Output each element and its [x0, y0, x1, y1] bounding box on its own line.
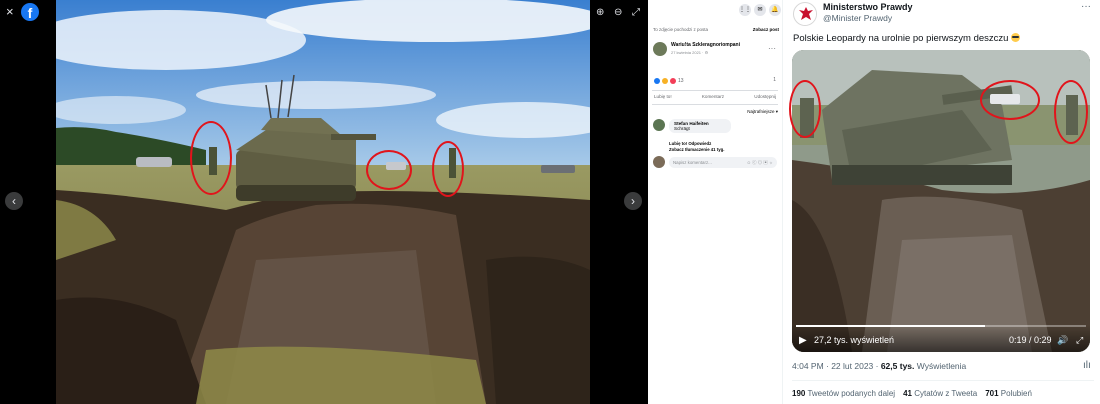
- facebook-logo-icon[interactable]: f: [21, 3, 39, 21]
- comment-button[interactable]: Komentarz: [702, 94, 724, 99]
- comment-text: Schrägt: [674, 126, 690, 131]
- comment-placeholder: Napisz komentarz...: [673, 159, 712, 165]
- tweet-stats: 190 Tweetów podanych dalej 41 Cytatów z …: [792, 389, 1032, 398]
- comment-item: Stefan Haifeiten Schrägt: [653, 119, 731, 133]
- tweet-author-name[interactable]: Ministerstwo Prawdy: [823, 2, 913, 12]
- tweet-author-avatar[interactable]: [793, 2, 817, 26]
- my-avatar: [653, 156, 665, 168]
- comments-count[interactable]: 1: [773, 77, 776, 83]
- analytics-icon[interactable]: ılı: [1083, 360, 1091, 371]
- retweets-stat[interactable]: 190 Tweetów podanych dalej: [792, 389, 895, 398]
- tweet-video-frame: [792, 50, 1090, 352]
- quotes-stat[interactable]: 41 Cytatów z Tweeta: [903, 389, 977, 398]
- tank-photo-image: [56, 0, 590, 404]
- tweet-text: Polskie Leopardy na urolnie po pierwszym…: [793, 33, 1021, 44]
- tank-photo: [56, 0, 590, 404]
- red-circle-vehicle: [980, 80, 1040, 120]
- video-progress-bar[interactable]: [796, 325, 1086, 327]
- haha-reaction-icon: [662, 78, 668, 84]
- messenger-icon[interactable]: ✉: [754, 4, 766, 16]
- red-circle-soldier-right: [1054, 80, 1088, 144]
- previous-photo-button[interactable]: ‹: [5, 192, 23, 210]
- commenter-avatar[interactable]: [653, 119, 665, 131]
- love-reaction-icon: [670, 78, 676, 84]
- share-button[interactable]: Udostępnij: [754, 94, 776, 99]
- write-comment: Napisz komentarz... ☺ ⓒ ◎ ▣ ☼: [653, 156, 777, 168]
- comment-bubble: Stefan Haifeiten Schrägt: [669, 119, 731, 133]
- tweet-video[interactable]: [792, 50, 1090, 352]
- fullscreen-icon[interactable]: ⤢: [632, 7, 640, 19]
- likes-label: Polubień: [1000, 389, 1032, 398]
- photo-viewer: × f ‹ › ⊕ ⊖ ⤢: [0, 0, 648, 404]
- video-time: 0:19 / 0:29: [1009, 335, 1052, 345]
- tweet-author-handle[interactable]: @Minister Prawdy: [823, 13, 892, 23]
- red-circle-soldier-left: [789, 80, 821, 138]
- see-translation-link[interactable]: Zobacz tłumaczenie 41 tyg.: [669, 147, 724, 152]
- divider: [792, 380, 1094, 381]
- post-date[interactable]: 27 kwietnia 2021 · ⚙: [671, 50, 740, 55]
- divider: [652, 104, 778, 105]
- video-views: 27,2 tys. wyświetleń: [814, 335, 895, 345]
- tweet-more-icon[interactable]: ···: [1081, 1, 1091, 12]
- comment-like-reply[interactable]: Lubię to! Odpowiedz: [669, 141, 711, 146]
- fullscreen-video-icon[interactable]: ⤢: [1076, 335, 1083, 346]
- see-post-link[interactable]: Zobacz post: [753, 27, 779, 32]
- post-options-icon[interactable]: ···: [768, 45, 776, 53]
- quotes-count: 41: [903, 389, 912, 398]
- divider: [652, 90, 778, 91]
- sunglasses-emoji-icon: [1011, 33, 1021, 42]
- play-icon[interactable]: ▶: [799, 335, 807, 346]
- zoom-out-icon[interactable]: ⊖: [614, 7, 622, 19]
- red-circle-soldier-right: [432, 141, 464, 197]
- fb-top-bar: ⋮⋮ ✉ 🔔: [739, 4, 782, 16]
- eagle-emblem-icon: [795, 4, 816, 25]
- retweets-count: 190: [792, 389, 806, 398]
- quotes-label: Cytatów z Tweeta: [914, 389, 978, 398]
- comment-sort-dropdown[interactable]: Najtrafniejsze ▾: [747, 109, 778, 115]
- facebook-post-panel: ⋮⋮ ✉ 🔔 To zdjęcie pochodzi z posta Zobac…: [648, 0, 782, 404]
- volume-icon[interactable]: 🔊: [1057, 335, 1068, 346]
- post-author: Wariu!ta Szkleragnoriompani 27 kwietnia …: [653, 42, 740, 56]
- reactions-count: 13: [678, 78, 684, 84]
- post-source-text: To zdjęcie pochodzi z posta: [653, 27, 709, 32]
- close-icon[interactable]: ×: [6, 5, 14, 19]
- notifications-bell-icon[interactable]: 🔔: [769, 4, 781, 16]
- likes-stat[interactable]: 701 Polubień: [985, 389, 1032, 398]
- retweets-label: Tweetów podanych dalej: [807, 389, 896, 398]
- tweet-text-content: Polskie Leopardy na urolnie po pierwszym…: [793, 33, 1012, 44]
- like-reaction-icon: [654, 78, 660, 84]
- menu-grid-icon[interactable]: ⋮⋮: [739, 4, 751, 16]
- next-photo-button[interactable]: ›: [624, 192, 642, 210]
- post-source-hint: To zdjęcie pochodzi z posta Zobacz post: [653, 27, 779, 32]
- red-circle-soldier-left: [190, 121, 232, 195]
- likes-count: 701: [985, 389, 999, 398]
- tweet-timestamp[interactable]: 4:04 PM · 22 lut 2023 ·: [792, 361, 881, 371]
- like-button[interactable]: Lubię to!: [654, 94, 672, 99]
- reactions-summary[interactable]: 13: [654, 78, 684, 84]
- video-progress-fill: [796, 325, 985, 327]
- tweet-meta: 4:04 PM · 22 lut 2023 · 62,5 tys. Wyświe…: [792, 361, 966, 371]
- post-actions: Lubię to! Komentarz Udostępnij: [654, 94, 776, 99]
- author-name[interactable]: Wariu!ta Szkleragnoriompani: [671, 42, 740, 48]
- red-circle-vehicle: [366, 150, 412, 190]
- author-avatar[interactable]: [653, 42, 667, 56]
- tweet-views-count: 62,5 tys.: [880, 361, 915, 371]
- comment-input[interactable]: Napisz komentarz... ☺ ⓒ ◎ ▣ ☼: [669, 156, 777, 168]
- zoom-in-icon[interactable]: ⊕: [596, 7, 604, 19]
- comment-tool-icons[interactable]: ☺ ⓒ ◎ ▣ ☼: [746, 157, 773, 168]
- comment-actions: Lubię to! Odpowiedz Zobacz tłumaczenie 4…: [669, 141, 724, 153]
- tweet-views-label: Wyświetlenia: [914, 361, 967, 371]
